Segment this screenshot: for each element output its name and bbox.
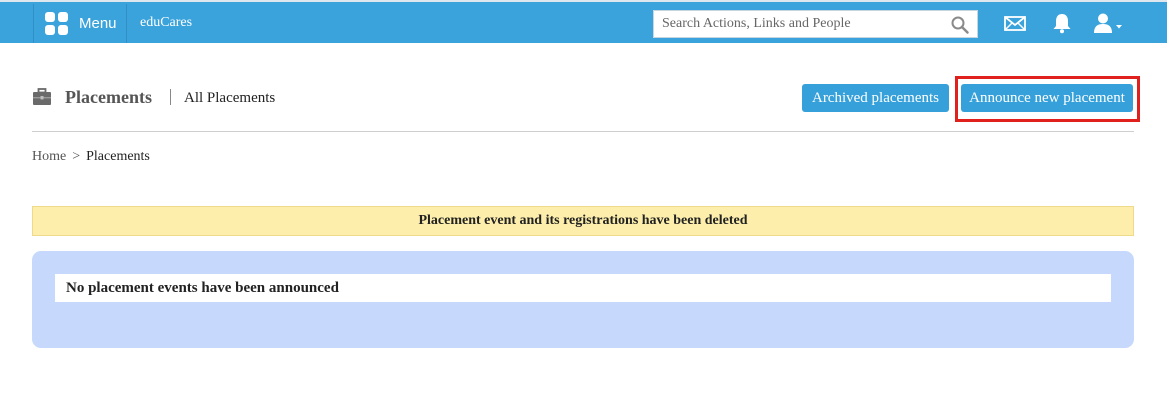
briefcase-icon	[33, 88, 51, 105]
breadcrumb-current: Placements	[86, 149, 150, 164]
grid-icon	[45, 12, 68, 35]
empty-state-message: No placement events have been announced	[55, 274, 1111, 302]
top-navigation-bar: Menu eduCares	[0, 0, 1167, 43]
search-input[interactable]	[654, 11, 944, 37]
placements-panel: No placement events have been announced	[32, 251, 1134, 348]
mail-icon[interactable]	[1003, 12, 1027, 34]
brand-link[interactable]: eduCares	[140, 15, 192, 31]
alert-message: Placement event and its registrations ha…	[418, 213, 748, 228]
bell-icon[interactable]	[1050, 12, 1074, 34]
user-icon[interactable]	[1092, 12, 1124, 34]
breadcrumb-home-link[interactable]: Home	[32, 149, 66, 165]
search-icon[interactable]	[951, 16, 969, 34]
menu-button[interactable]: Menu	[33, 4, 127, 43]
title-separator	[170, 89, 171, 105]
breadcrumb-separator: >	[72, 149, 81, 164]
menu-label: Menu	[79, 15, 117, 32]
archived-placements-button[interactable]: Archived placements	[802, 84, 949, 112]
search-box	[653, 10, 978, 38]
page-title: Placements	[65, 87, 152, 107]
breadcrumb: Home > Placements	[32, 149, 150, 165]
announce-new-placement-button[interactable]: Announce new placement	[961, 84, 1133, 112]
page-subtitle: All Placements	[184, 90, 276, 106]
deletion-alert: Placement event and its registrations ha…	[32, 206, 1134, 236]
header-divider	[32, 131, 1134, 132]
